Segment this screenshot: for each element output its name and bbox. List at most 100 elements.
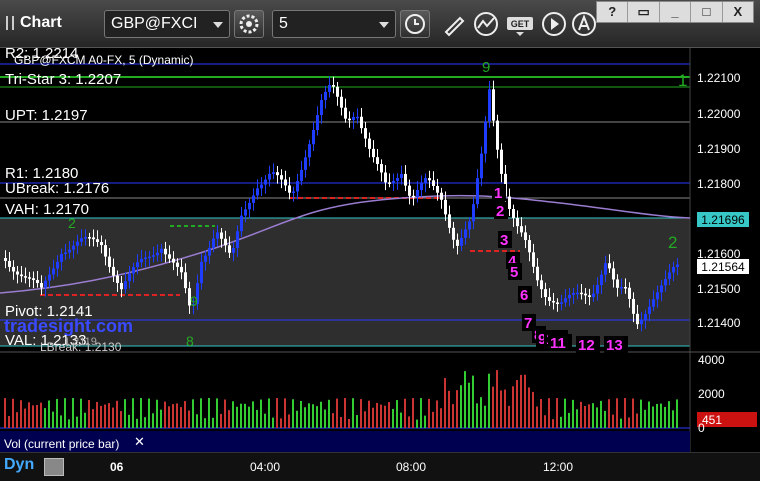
green-mark: 9 xyxy=(482,59,490,76)
candle-body xyxy=(284,179,287,186)
volume-tick: 2000 xyxy=(698,387,725,401)
volume-bar xyxy=(376,402,378,428)
restore-button[interactable]: ▭ xyxy=(628,2,660,22)
minimize-button[interactable]: _ xyxy=(660,2,692,22)
candle-body xyxy=(44,280,47,288)
volume-bar xyxy=(448,390,450,428)
volume-bar xyxy=(496,370,498,428)
candle-body xyxy=(480,153,483,179)
candle-body xyxy=(632,298,635,314)
tristar-label: Tri-Star 3: 1.2207 xyxy=(5,71,122,88)
volume-bar xyxy=(620,418,622,428)
candle-body xyxy=(312,130,315,145)
volume-bar xyxy=(252,401,254,428)
volume-bar xyxy=(272,417,274,428)
candle-body xyxy=(552,300,555,303)
close-button[interactable]: X xyxy=(723,2,753,22)
volume-bar xyxy=(8,416,10,428)
candle-body xyxy=(664,279,667,286)
settings-button[interactable] xyxy=(234,10,264,38)
get-data-button[interactable]: GET xyxy=(506,10,534,38)
indicator-icon[interactable] xyxy=(472,10,500,38)
volume-bar xyxy=(560,416,562,428)
candle-body xyxy=(536,266,539,281)
candle-body xyxy=(576,292,579,295)
volume-bar xyxy=(532,391,534,428)
candle-body xyxy=(8,260,11,267)
volume-bar xyxy=(456,390,458,428)
help-button[interactable]: ? xyxy=(597,2,629,22)
volume-bar xyxy=(68,419,70,428)
dynamic-mode-label[interactable]: Dyn xyxy=(4,456,34,474)
volume-bar xyxy=(248,406,250,428)
ubreak-label: UBreak: 1.2176 xyxy=(5,180,110,197)
candle-body xyxy=(560,302,563,304)
volume-close-icon[interactable]: ✕ xyxy=(134,434,145,450)
candle-body xyxy=(244,209,247,216)
volume-bar xyxy=(36,404,38,428)
candle-body xyxy=(296,181,299,192)
candle-body xyxy=(124,281,127,290)
volume-bar xyxy=(364,411,366,428)
volume-bar xyxy=(512,386,514,428)
candle-body xyxy=(636,313,639,325)
volume-bar xyxy=(556,398,558,428)
volume-bar xyxy=(184,401,186,428)
candle-body xyxy=(180,266,183,273)
candle-body xyxy=(248,202,251,210)
candle-body xyxy=(304,157,307,170)
alert-icon[interactable] xyxy=(570,10,598,38)
candle-body xyxy=(92,237,95,240)
volume-bar xyxy=(44,408,46,428)
volume-bar xyxy=(404,398,406,428)
candle-body xyxy=(212,238,215,248)
volume-bar xyxy=(420,398,422,428)
volume-bar xyxy=(440,408,442,428)
time-button[interactable] xyxy=(400,10,430,38)
candle-body xyxy=(176,262,179,267)
volume-bar xyxy=(312,404,314,428)
symbol-dropdown[interactable]: GBP@FXCI xyxy=(104,10,230,38)
pencil-icon[interactable] xyxy=(440,10,468,38)
candle-body xyxy=(60,253,63,262)
candle-body xyxy=(340,96,343,108)
interval-dropdown[interactable]: 5 xyxy=(272,10,396,38)
candle-body xyxy=(360,116,363,129)
volume-bar xyxy=(132,398,134,428)
volume-bar xyxy=(636,413,638,428)
price-tick: 1.21500 xyxy=(697,282,741,296)
volume-bar xyxy=(568,412,570,428)
volume-bar xyxy=(656,403,658,428)
volume-bar xyxy=(408,416,410,428)
chart-canvas[interactable]: 1.21696 1.21564 451 9 1 2 8 9 2 12345678… xyxy=(0,48,760,481)
play-icon[interactable] xyxy=(540,10,568,38)
lock-icon[interactable] xyxy=(44,458,64,476)
candle-body xyxy=(4,258,7,261)
volume-bar xyxy=(384,405,386,428)
candle-body xyxy=(300,169,303,182)
price-tick: 1.21600 xyxy=(697,247,741,261)
volume-bar xyxy=(516,380,518,428)
volume-bar xyxy=(244,403,246,428)
upt-label: UPT: 1.2197 xyxy=(5,107,88,124)
svg-text:GET: GET xyxy=(511,19,530,29)
candle-body xyxy=(228,245,231,253)
volume-bar xyxy=(200,398,202,428)
candle-body xyxy=(256,188,259,196)
candle-body xyxy=(640,319,643,325)
candle-body xyxy=(472,204,475,222)
candle-body xyxy=(252,195,255,203)
maximize-button[interactable]: □ xyxy=(691,2,723,22)
volume-bar xyxy=(368,400,370,428)
volume-bar xyxy=(80,398,82,428)
volume-bar xyxy=(104,404,106,428)
candle-body xyxy=(28,277,31,279)
candle-body xyxy=(628,287,631,299)
candle-body xyxy=(84,237,87,239)
volume-bar xyxy=(56,398,58,428)
clock-icon xyxy=(405,14,425,34)
candle-body xyxy=(148,256,151,259)
candle-body xyxy=(660,285,663,293)
price-chart[interactable]: 1.21696 1.21564 451 9 1 2 8 9 2 12345678… xyxy=(0,45,760,481)
candle-body xyxy=(68,249,71,253)
